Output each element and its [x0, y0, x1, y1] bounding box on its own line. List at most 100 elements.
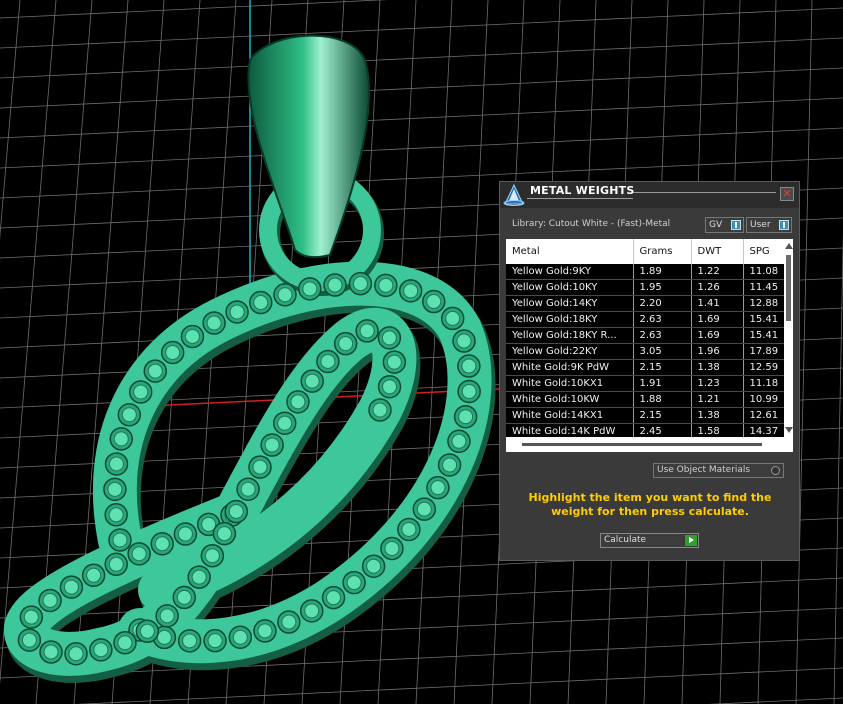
grid-line: [0, 0, 21, 240]
stone: [401, 521, 417, 537]
column-header-metal[interactable]: Metal: [506, 239, 634, 264]
stone: [445, 310, 461, 326]
cell-grams: 2.45: [633, 423, 692, 437]
cell-metal: Yellow Gold:18KY R...: [506, 327, 634, 344]
cell-metal: White Gold:9K PdW: [506, 359, 634, 376]
stone: [458, 409, 474, 425]
gv-toggle-switch-icon: [731, 220, 741, 230]
cell-metal: White Gold:10KW: [506, 391, 634, 408]
user-toggle[interactable]: User: [746, 217, 792, 233]
stone: [139, 623, 155, 639]
stone: [304, 603, 320, 619]
grid-line: [0, 97, 843, 139]
table-row[interactable]: White Gold:10KX1 1.91 1.23 11.18: [506, 375, 784, 392]
stone: [461, 383, 477, 399]
cell-grams: 2.15: [633, 407, 692, 424]
vertical-scrollbar[interactable]: [784, 239, 793, 437]
cell-metal: Yellow Gold:22KY: [506, 343, 634, 360]
horizontal-scroll-thumb[interactable]: [522, 443, 762, 446]
table-row[interactable]: White Gold:10KW 1.88 1.21 10.99: [506, 391, 784, 408]
stone: [372, 402, 388, 418]
cell-spg: 10.99: [743, 391, 784, 408]
grid-line: [833, 231, 843, 704]
cell-metal: Yellow Gold:10KY: [506, 279, 634, 296]
stone: [352, 276, 368, 292]
panel-titlebar[interactable]: METAL WEIGHTS ✕: [500, 182, 799, 208]
table-row[interactable]: Yellow Gold:18KY 2.63 1.69 15.41: [506, 311, 784, 328]
table-row[interactable]: White Gold:14K PdW 2.45 1.58 14.37: [506, 423, 784, 437]
cell-grams: 1.95: [633, 279, 692, 296]
stone: [133, 384, 149, 400]
table-row[interactable]: Yellow Gold:9KY 1.89 1.22 11.08: [506, 264, 784, 280]
app-logo-icon: [503, 184, 525, 206]
stone: [131, 546, 147, 562]
cell-dwt: 1.22: [691, 264, 744, 280]
stone: [232, 629, 248, 645]
table-row[interactable]: Yellow Gold:10KY 1.95 1.26 11.45: [506, 279, 784, 296]
scroll-down-arrow-icon[interactable]: [785, 427, 793, 433]
stone: [302, 281, 318, 297]
stone: [320, 353, 336, 369]
stone: [228, 503, 244, 519]
stone: [21, 632, 37, 648]
grid-line: [0, 127, 843, 169]
play-arrow-icon: [685, 535, 697, 546]
cell-grams: 3.05: [633, 343, 692, 360]
column-header-spg[interactable]: SPG: [743, 239, 784, 264]
stone: [112, 532, 128, 548]
stone: [121, 407, 137, 423]
stone: [182, 633, 198, 649]
calculate-button[interactable]: Calculate: [600, 533, 699, 548]
stone: [63, 579, 79, 595]
column-header-dwt[interactable]: DWT: [691, 239, 744, 264]
stone: [207, 633, 223, 649]
stone: [277, 415, 293, 431]
cell-dwt: 1.69: [691, 311, 744, 328]
stone: [177, 526, 193, 542]
metal-weights-panel[interactable]: METAL WEIGHTS ✕ Library: Cutout White - …: [499, 181, 800, 561]
metal-table[interactable]: Metal Grams DWT SPG Yellow Gold:9KY 1.89 1…: [506, 239, 793, 437]
stone: [426, 294, 442, 310]
cell-grams: 2.15: [633, 359, 692, 376]
table-row[interactable]: White Gold:14KX1 2.15 1.38 12.61: [506, 407, 784, 424]
use-object-materials-radio[interactable]: [771, 466, 780, 475]
column-header-grams[interactable]: Grams: [633, 239, 692, 264]
stone: [430, 480, 446, 496]
close-button[interactable]: ✕: [780, 187, 794, 201]
stone: [93, 642, 109, 658]
cell-spg: 11.45: [743, 279, 784, 296]
stone: [277, 287, 293, 303]
table-row[interactable]: White Gold:9K PdW 2.15 1.38 12.59: [506, 359, 784, 376]
cell-grams: 2.20: [633, 295, 692, 312]
stone: [23, 609, 39, 625]
stone: [42, 592, 58, 608]
stone: [442, 457, 458, 473]
table-row[interactable]: Yellow Gold:22KY 3.05 1.96 17.89: [506, 343, 784, 360]
horizontal-scrollbar[interactable]: [506, 437, 793, 452]
table-row[interactable]: Yellow Gold:14KY 2.20 1.41 12.88: [506, 295, 784, 312]
vertical-scroll-thumb[interactable]: [786, 255, 791, 321]
stone: [107, 481, 123, 497]
table-row[interactable]: Yellow Gold:18KY R... 2.63 1.69 15.41: [506, 327, 784, 344]
stone: [451, 433, 467, 449]
stone: [154, 536, 170, 552]
cell-grams: 1.91: [633, 375, 692, 392]
stone: [204, 548, 220, 564]
stone: [456, 333, 472, 349]
scroll-up-arrow-icon[interactable]: [785, 243, 793, 249]
stone: [86, 567, 102, 583]
stone: [403, 283, 419, 299]
stone: [381, 330, 397, 346]
gv-toggle[interactable]: GV: [705, 217, 744, 233]
grid-line: [708, 697, 843, 704]
cell-metal: White Gold:10KX1: [506, 375, 634, 392]
stone: [290, 394, 306, 410]
use-object-materials-option[interactable]: Use Object Materials: [653, 463, 784, 478]
stone: [359, 323, 375, 339]
user-toggle-switch-icon: [779, 220, 789, 230]
cell-dwt: 1.58: [691, 423, 744, 437]
title-divider: [633, 192, 776, 193]
use-object-materials-label: Use Object Materials: [657, 465, 751, 475]
cell-grams: 2.63: [633, 311, 692, 328]
cell-dwt: 1.38: [691, 407, 744, 424]
